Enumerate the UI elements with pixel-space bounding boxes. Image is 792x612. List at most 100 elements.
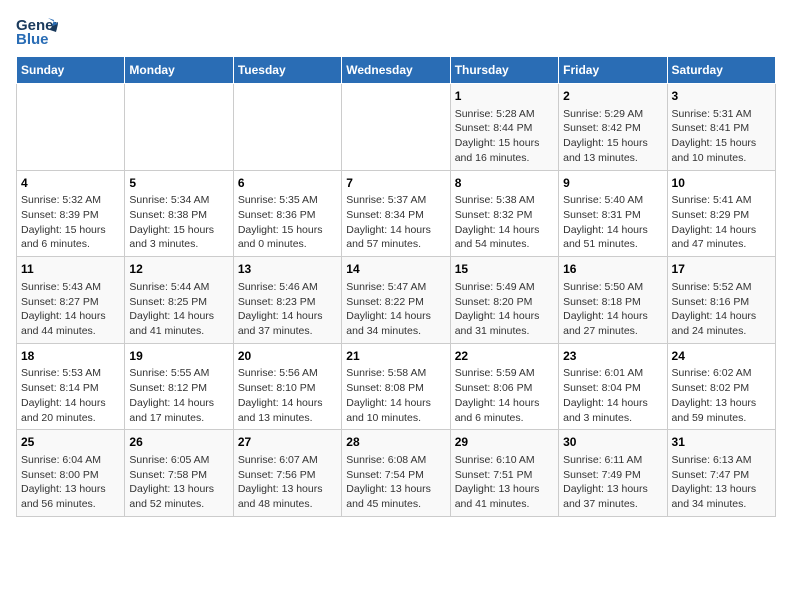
day-number: 26: [129, 434, 228, 451]
day-info: Sunrise: 5:38 AM Sunset: 8:32 PM Dayligh…: [455, 193, 554, 252]
page-header: General Blue: [16, 16, 776, 48]
weekday-header: Tuesday: [233, 57, 341, 84]
day-info: Sunrise: 5:32 AM Sunset: 8:39 PM Dayligh…: [21, 193, 120, 252]
calendar-cell: 6Sunrise: 5:35 AM Sunset: 8:36 PM Daylig…: [233, 170, 341, 257]
day-number: 12: [129, 261, 228, 278]
calendar-cell: 16 Sunrise: 5:50 AM Sunset: 8:18 PM Dayli…: [559, 257, 667, 344]
day-info: Sunrise: 6:10 AM Sunset: 7:51 PM Dayligh…: [455, 453, 554, 512]
weekday-header: Sunday: [17, 57, 125, 84]
day-number: 2: [563, 88, 662, 105]
day-number: 5: [129, 175, 228, 192]
day-number: 28: [346, 434, 445, 451]
weekday-header: Wednesday: [342, 57, 450, 84]
day-number: 31: [672, 434, 771, 451]
day-number: 20: [238, 348, 337, 365]
calendar-cell: 5Sunrise: 5:34 AM Sunset: 8:38 PM Daylig…: [125, 170, 233, 257]
day-number: 9: [563, 175, 662, 192]
calendar-cell: 2 Sunrise: 5:29 AM Sunset: 8:42 PM Daylig…: [559, 84, 667, 171]
day-info: Sunrise: 5:28 AM Sunset: 8:44 PM Dayligh…: [455, 107, 554, 166]
day-info: Sunrise: 6:13 AM Sunset: 7:47 PM Dayligh…: [672, 453, 771, 512]
calendar-cell: 8Sunrise: 5:38 AM Sunset: 8:32 PM Daylig…: [450, 170, 558, 257]
day-number: 3: [672, 88, 771, 105]
day-number: 11: [21, 261, 120, 278]
calendar-cell: 1 Sunrise: 5:28 AM Sunset: 8:44 PM Daylig…: [450, 84, 558, 171]
day-number: 27: [238, 434, 337, 451]
day-number: 13: [238, 261, 337, 278]
day-info: Sunrise: 6:01 AM Sunset: 8:04 PM Dayligh…: [563, 366, 662, 425]
day-info: Sunrise: 6:08 AM Sunset: 7:54 PM Dayligh…: [346, 453, 445, 512]
calendar-week-row: 11Sunrise: 5:43 AM Sunset: 8:27 PM Dayli…: [17, 257, 776, 344]
day-info: Sunrise: 5:47 AM Sunset: 8:22 PM Dayligh…: [346, 280, 445, 339]
day-info: Sunrise: 5:35 AM Sunset: 8:36 PM Dayligh…: [238, 193, 337, 252]
day-info: Sunrise: 5:44 AM Sunset: 8:25 PM Dayligh…: [129, 280, 228, 339]
day-number: 25: [21, 434, 120, 451]
day-info: Sunrise: 5:55 AM Sunset: 8:12 PM Dayligh…: [129, 366, 228, 425]
day-number: 21: [346, 348, 445, 365]
calendar-cell: 4Sunrise: 5:32 AM Sunset: 8:39 PM Daylig…: [17, 170, 125, 257]
calendar-week-row: 25 Sunrise: 6:04 AM Sunset: 8:00 PM Dayli…: [17, 430, 776, 517]
calendar-cell: 19Sunrise: 5:55 AM Sunset: 8:12 PM Dayli…: [125, 343, 233, 430]
day-info: Sunrise: 5:49 AM Sunset: 8:20 PM Dayligh…: [455, 280, 554, 339]
logo: General Blue: [16, 16, 58, 48]
day-number: 4: [21, 175, 120, 192]
calendar-table: SundayMondayTuesdayWednesdayThursdayFrid…: [16, 56, 776, 517]
calendar-cell: [233, 84, 341, 171]
calendar-cell: 31 Sunrise: 6:13 AM Sunset: 7:47 PM Dayli…: [667, 430, 775, 517]
day-info: Sunrise: 5:41 AM Sunset: 8:29 PM Dayligh…: [672, 193, 771, 252]
day-info: Sunrise: 6:11 AM Sunset: 7:49 PM Dayligh…: [563, 453, 662, 512]
day-info: Sunrise: 5:46 AM Sunset: 8:23 PM Dayligh…: [238, 280, 337, 339]
day-info: Sunrise: 5:59 AM Sunset: 8:06 PM Dayligh…: [455, 366, 554, 425]
calendar-cell: 3 Sunrise: 5:31 AM Sunset: 8:41 PM Daylig…: [667, 84, 775, 171]
calendar-cell: 21Sunrise: 5:58 AM Sunset: 8:08 PM Dayli…: [342, 343, 450, 430]
day-info: Sunrise: 5:56 AM Sunset: 8:10 PM Dayligh…: [238, 366, 337, 425]
day-number: 29: [455, 434, 554, 451]
weekday-header: Saturday: [667, 57, 775, 84]
calendar-week-row: 1 Sunrise: 5:28 AM Sunset: 8:44 PM Daylig…: [17, 84, 776, 171]
calendar-cell: 12 Sunrise: 5:44 AM Sunset: 8:25 PM Dayli…: [125, 257, 233, 344]
day-number: 16: [563, 261, 662, 278]
weekday-header: Monday: [125, 57, 233, 84]
calendar-cell: 11Sunrise: 5:43 AM Sunset: 8:27 PM Dayli…: [17, 257, 125, 344]
calendar-cell: 25 Sunrise: 6:04 AM Sunset: 8:00 PM Dayli…: [17, 430, 125, 517]
day-info: Sunrise: 5:52 AM Sunset: 8:16 PM Dayligh…: [672, 280, 771, 339]
day-info: Sunrise: 5:31 AM Sunset: 8:41 PM Dayligh…: [672, 107, 771, 166]
calendar-week-row: 4Sunrise: 5:32 AM Sunset: 8:39 PM Daylig…: [17, 170, 776, 257]
day-number: 22: [455, 348, 554, 365]
day-number: 19: [129, 348, 228, 365]
calendar-cell: 24Sunrise: 6:02 AM Sunset: 8:02 PM Dayli…: [667, 343, 775, 430]
calendar-cell: 7Sunrise: 5:37 AM Sunset: 8:34 PM Daylig…: [342, 170, 450, 257]
day-number: 7: [346, 175, 445, 192]
day-info: Sunrise: 5:53 AM Sunset: 8:14 PM Dayligh…: [21, 366, 120, 425]
weekday-header: Friday: [559, 57, 667, 84]
calendar-cell: 18Sunrise: 5:53 AM Sunset: 8:14 PM Dayli…: [17, 343, 125, 430]
day-number: 30: [563, 434, 662, 451]
day-info: Sunrise: 6:07 AM Sunset: 7:56 PM Dayligh…: [238, 453, 337, 512]
day-info: Sunrise: 6:05 AM Sunset: 7:58 PM Dayligh…: [129, 453, 228, 512]
day-info: Sunrise: 5:34 AM Sunset: 8:38 PM Dayligh…: [129, 193, 228, 252]
day-number: 18: [21, 348, 120, 365]
calendar-cell: 30 Sunrise: 6:11 AM Sunset: 7:49 PM Dayli…: [559, 430, 667, 517]
logo-icon: General Blue: [16, 16, 58, 48]
day-number: 10: [672, 175, 771, 192]
day-number: 14: [346, 261, 445, 278]
day-info: Sunrise: 5:37 AM Sunset: 8:34 PM Dayligh…: [346, 193, 445, 252]
calendar-cell: 22Sunrise: 5:59 AM Sunset: 8:06 PM Dayli…: [450, 343, 558, 430]
calendar-cell: 17Sunrise: 5:52 AM Sunset: 8:16 PM Dayli…: [667, 257, 775, 344]
day-number: 24: [672, 348, 771, 365]
calendar-week-row: 18Sunrise: 5:53 AM Sunset: 8:14 PM Dayli…: [17, 343, 776, 430]
calendar-cell: 27 Sunrise: 6:07 AM Sunset: 7:56 PM Dayli…: [233, 430, 341, 517]
calendar-cell: 9Sunrise: 5:40 AM Sunset: 8:31 PM Daylig…: [559, 170, 667, 257]
day-number: 8: [455, 175, 554, 192]
calendar-cell: [17, 84, 125, 171]
day-info: Sunrise: 6:02 AM Sunset: 8:02 PM Dayligh…: [672, 366, 771, 425]
calendar-cell: 28 Sunrise: 6:08 AM Sunset: 7:54 PM Dayli…: [342, 430, 450, 517]
calendar-cell: 29 Sunrise: 6:10 AM Sunset: 7:51 PM Dayli…: [450, 430, 558, 517]
calendar-cell: 14 Sunrise: 5:47 AM Sunset: 8:22 PM Dayli…: [342, 257, 450, 344]
day-info: Sunrise: 5:50 AM Sunset: 8:18 PM Dayligh…: [563, 280, 662, 339]
calendar-cell: 10Sunrise: 5:41 AM Sunset: 8:29 PM Dayli…: [667, 170, 775, 257]
day-number: 1: [455, 88, 554, 105]
weekday-header: Thursday: [450, 57, 558, 84]
day-info: Sunrise: 6:04 AM Sunset: 8:00 PM Dayligh…: [21, 453, 120, 512]
day-info: Sunrise: 5:29 AM Sunset: 8:42 PM Dayligh…: [563, 107, 662, 166]
calendar-cell: 20Sunrise: 5:56 AM Sunset: 8:10 PM Dayli…: [233, 343, 341, 430]
